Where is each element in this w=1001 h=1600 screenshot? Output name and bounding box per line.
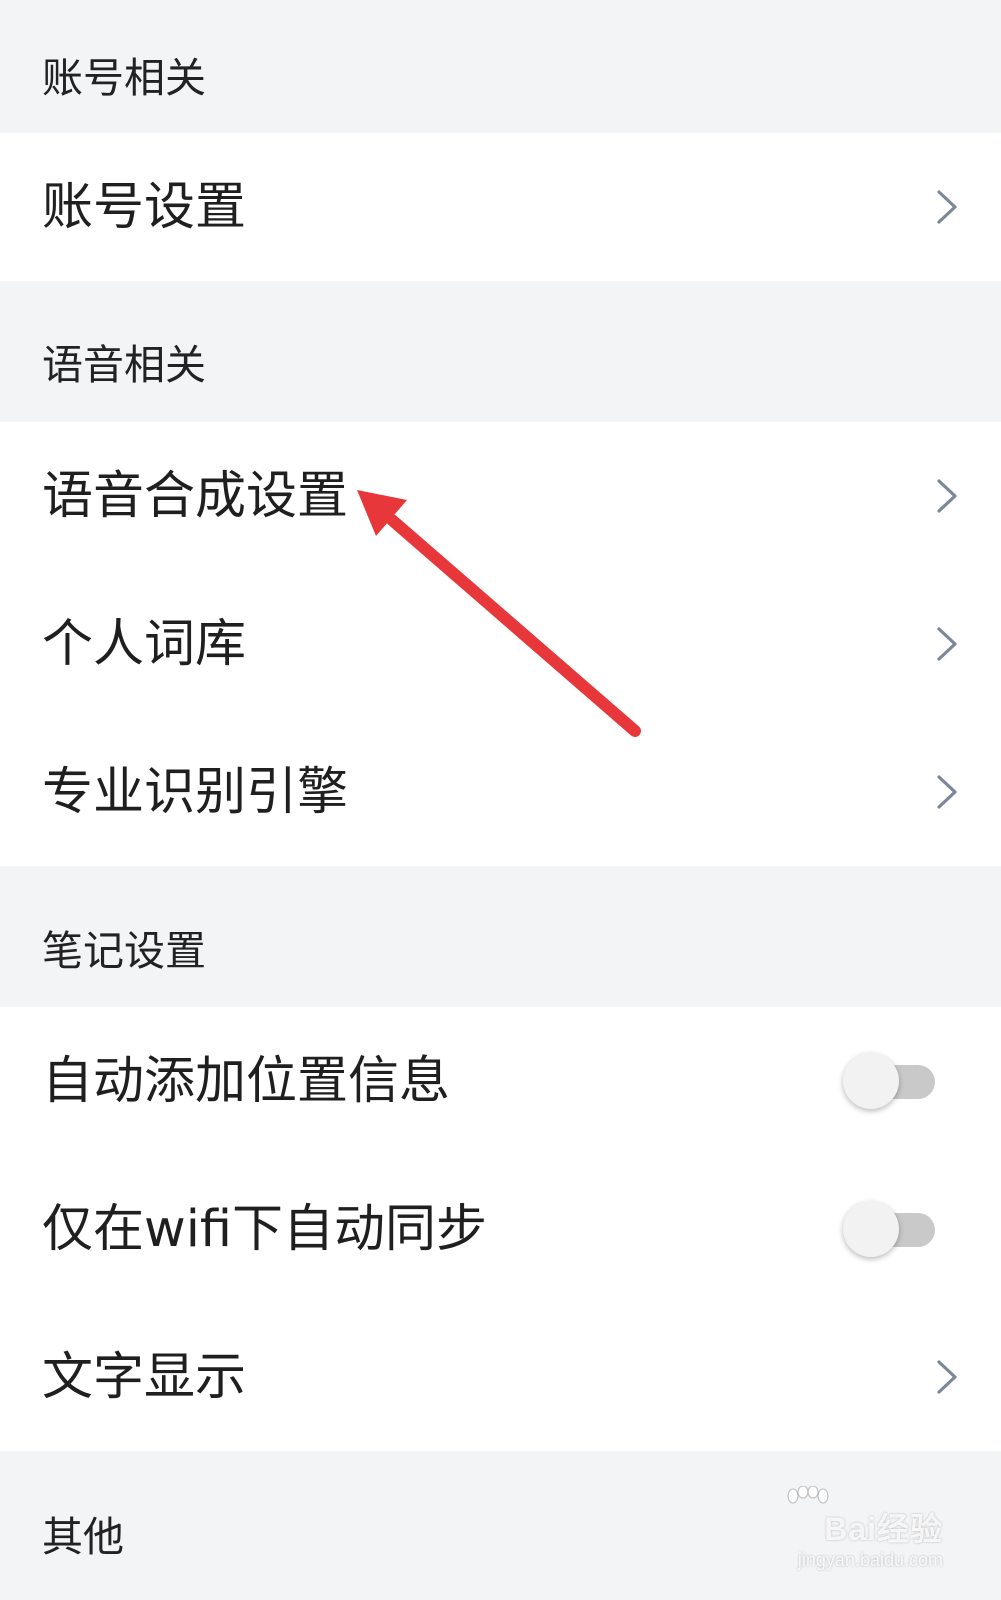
baidu-jingyan-watermark: Bai经验 jingyan.baidu.com — [753, 1486, 943, 1578]
section-header-label: 笔记设置 — [42, 927, 206, 975]
row-personal-dictionary[interactable]: 个人词库 — [0, 570, 1001, 718]
row-label: 自动添加位置信息 — [42, 1051, 451, 1111]
row-auto-add-location[interactable]: 自动添加位置信息 — [0, 1007, 1001, 1155]
section-header-label: 语音相关 — [42, 341, 206, 389]
settings-screen: 账号相关 账号设置 语音相关 语音合成设置 个人词库 专业识别引擎 笔记设置 自… — [0, 0, 1001, 1600]
chevron-right-icon — [937, 1360, 957, 1394]
group-voice: 语音合成设置 个人词库 专业识别引擎 — [0, 422, 1001, 866]
chevron-right-icon — [937, 190, 957, 224]
row-label: 文字显示 — [42, 1347, 247, 1407]
row-professional-recognition-engine[interactable]: 专业识别引擎 — [0, 718, 1001, 866]
watermark-brand: Bai经验 — [824, 1511, 943, 1547]
section-header-voice: 语音相关 — [0, 281, 1001, 422]
group-account: 账号设置 — [0, 133, 1001, 281]
watermark-url: jingyan.baidu.com — [797, 1550, 943, 1570]
group-notes: 自动添加位置信息 仅在wifi下自动同步 文字显示 — [0, 1007, 1001, 1451]
section-header-account: 账号相关 — [0, 0, 1001, 133]
row-wifi-only-sync[interactable]: 仅在wifi下自动同步 — [0, 1155, 1001, 1303]
wifi-sync-toggle[interactable] — [843, 1201, 935, 1257]
section-header-notes: 笔记设置 — [0, 866, 1001, 1007]
row-label: 账号设置 — [42, 177, 247, 237]
row-label: 仅在wifi下自动同步 — [42, 1199, 488, 1259]
toggle-knob — [843, 1201, 899, 1257]
toggle-knob — [843, 1053, 899, 1109]
row-speech-synthesis-settings[interactable]: 语音合成设置 — [0, 422, 1001, 570]
location-toggle[interactable] — [843, 1053, 935, 1109]
row-label: 个人词库 — [42, 614, 247, 674]
chevron-right-icon — [937, 775, 957, 809]
row-account-settings[interactable]: 账号设置 — [0, 133, 1001, 281]
paw-icon — [787, 1486, 829, 1504]
row-label: 专业识别引擎 — [42, 762, 349, 822]
section-header-label: 账号相关 — [42, 54, 206, 102]
row-label: 语音合成设置 — [42, 466, 349, 526]
chevron-right-icon — [937, 479, 957, 513]
row-text-display[interactable]: 文字显示 — [0, 1303, 1001, 1451]
chevron-right-icon — [937, 627, 957, 661]
